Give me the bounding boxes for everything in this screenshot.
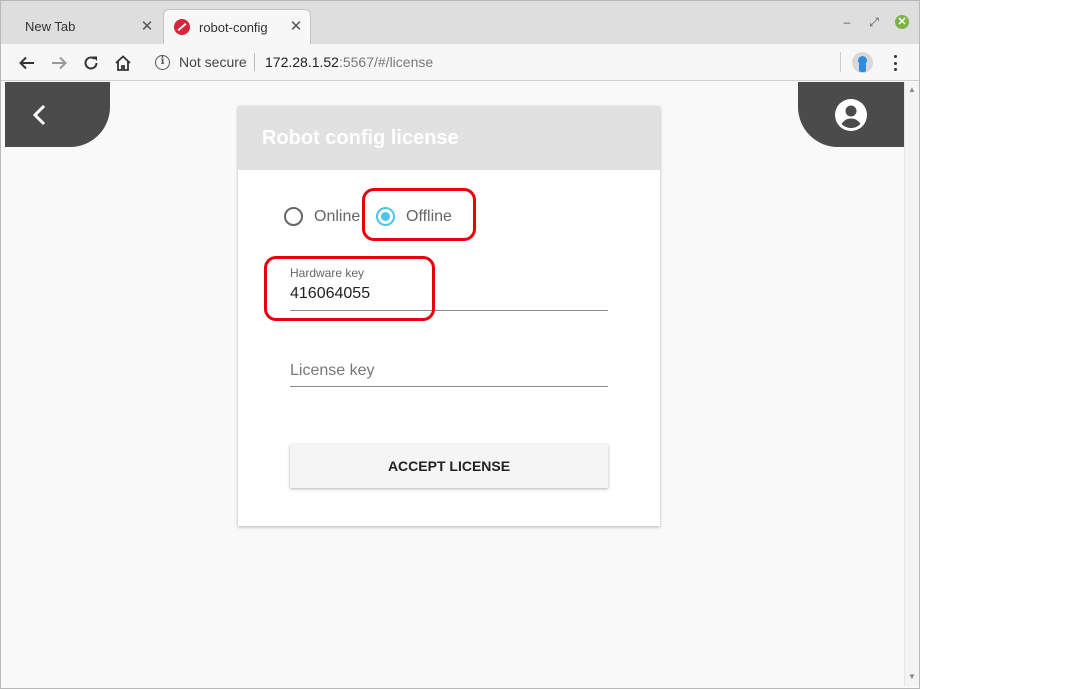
- highlight-hardware-key: [264, 256, 435, 321]
- card-title: Robot config license: [262, 127, 459, 149]
- maximize-icon[interactable]: ⤢: [867, 15, 881, 29]
- back-arrow-icon[interactable]: [15, 51, 39, 75]
- browser-toolbar: i Not secure 172.28.1.52:5567/#/license: [1, 44, 919, 81]
- minimize-icon[interactable]: ‒: [840, 15, 854, 29]
- url-host: 172.28.1.52: [265, 54, 339, 70]
- tab-title: New Tab: [25, 19, 76, 34]
- license-key-field[interactable]: License key: [290, 361, 608, 387]
- scroll-down-icon[interactable]: ▼: [908, 672, 916, 681]
- account-circle-icon: [835, 98, 867, 131]
- divider: [254, 53, 255, 71]
- chevron-left-icon: [32, 104, 46, 125]
- card-header: Robot config license: [238, 106, 660, 170]
- forward-arrow-icon[interactable]: [47, 51, 71, 75]
- profile-icon[interactable]: [852, 52, 873, 73]
- window-close-icon[interactable]: ✕: [895, 15, 909, 29]
- tab-robot-config[interactable]: robot-config ✕: [163, 9, 311, 44]
- account-button[interactable]: [798, 82, 904, 147]
- site-favicon-icon: [174, 19, 190, 35]
- tab-strip: New Tab ✕ robot-config ✕ ‒ ⤢ ✕: [1, 1, 919, 44]
- home-icon[interactable]: [111, 51, 135, 75]
- divider: [840, 52, 841, 72]
- scroll-up-icon[interactable]: ▲: [908, 85, 916, 94]
- address-bar[interactable]: 172.28.1.52:5567/#/license: [265, 54, 433, 70]
- highlight-offline-option: [362, 188, 476, 241]
- info-icon[interactable]: i: [155, 55, 170, 70]
- browser-window: New Tab ✕ robot-config ✕ ‒ ⤢ ✕ i Not sec…: [0, 0, 920, 689]
- tab-new-tab[interactable]: New Tab ✕: [7, 9, 161, 44]
- back-button[interactable]: [5, 82, 110, 147]
- radio-label: Online: [314, 207, 361, 225]
- security-status[interactable]: Not secure: [179, 54, 247, 70]
- reload-icon[interactable]: [79, 51, 103, 75]
- url-path: :5567/#/license: [338, 54, 434, 70]
- tab-title: robot-config: [199, 19, 268, 35]
- radio-online[interactable]: Online: [284, 207, 360, 226]
- radio-unchecked-icon: [284, 207, 303, 226]
- menu-dots-icon[interactable]: [887, 53, 903, 73]
- vertical-scrollbar[interactable]: ▲ ▼: [904, 82, 919, 686]
- license-key-placeholder: License key: [290, 362, 375, 379]
- accept-license-button[interactable]: ACCEPT LICENSE: [290, 444, 608, 488]
- page-viewport: Robot config license Online Offline Hard…: [5, 82, 904, 686]
- close-icon[interactable]: ✕: [139, 18, 155, 35]
- close-icon[interactable]: ✕: [288, 19, 304, 35]
